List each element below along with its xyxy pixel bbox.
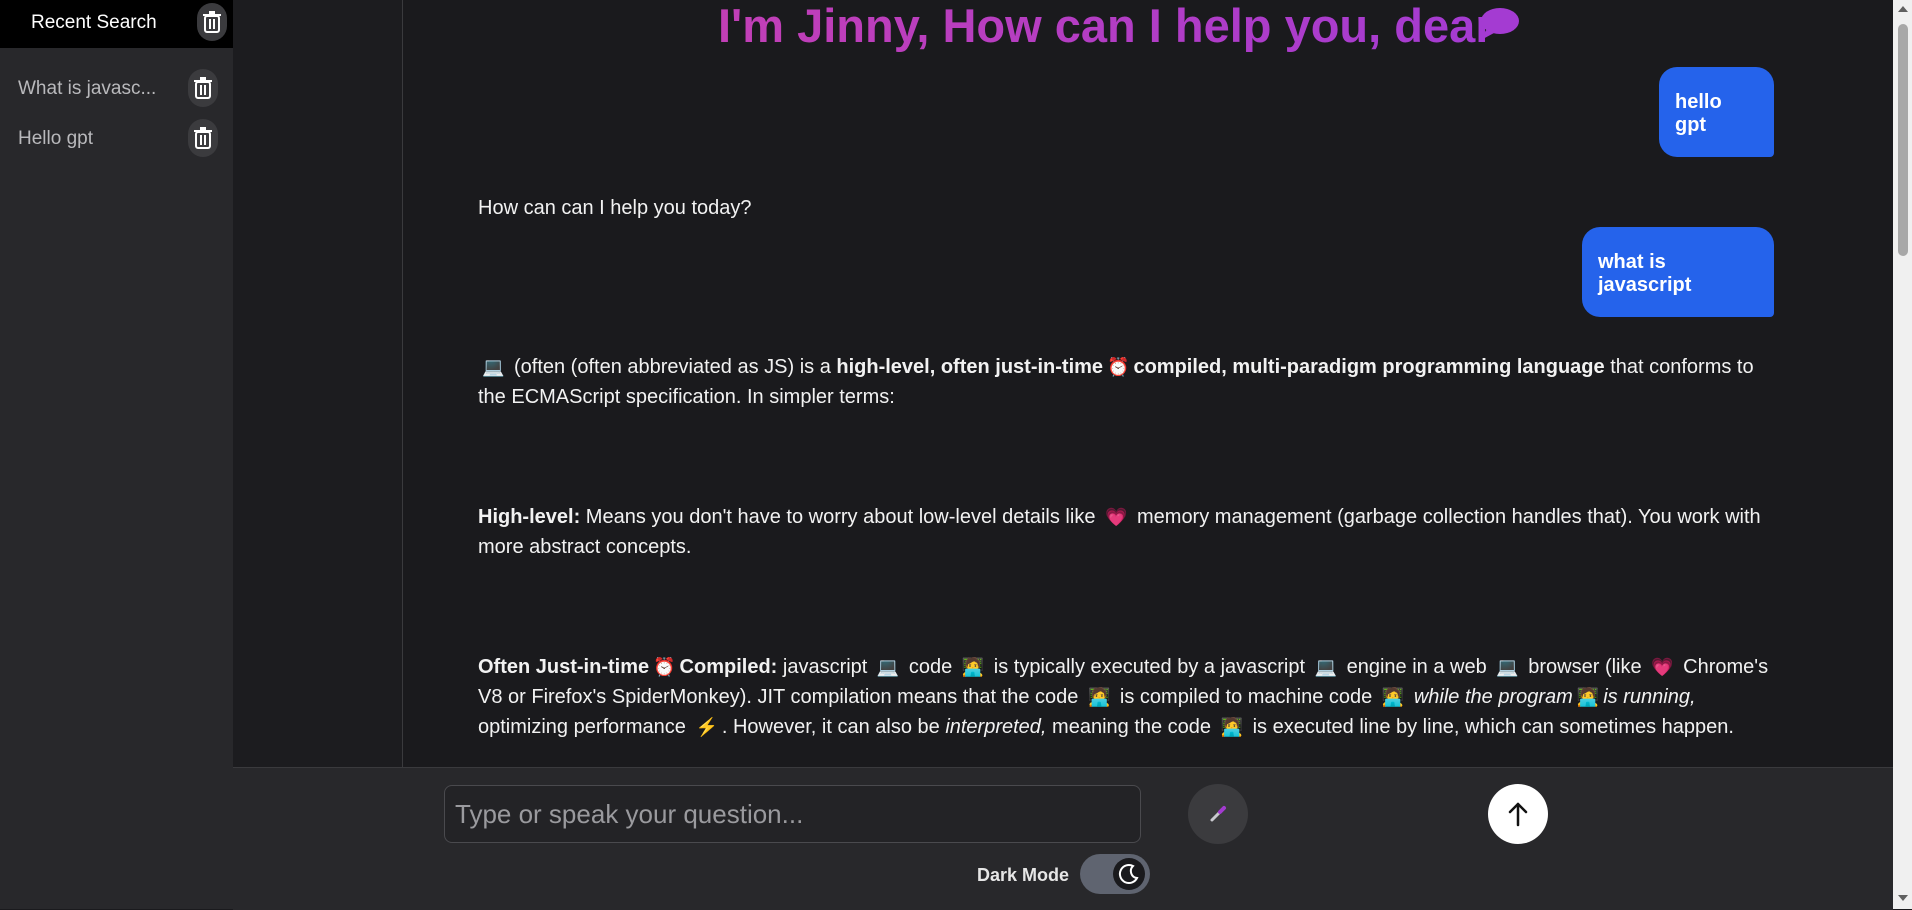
dark-mode-toggle[interactable] [1080,854,1150,894]
user-message-text: hello gpt [1675,91,1722,136]
scroll-up-arrow-icon[interactable] [1898,6,1908,12]
question-input[interactable] [444,785,1141,843]
answer-italic: while the program [1413,686,1573,708]
alarm-clock-emoji: ⏰ [1107,357,1130,377]
page-title: I'm Jinny, How can I help you, dear [718,0,1494,52]
clear-all-button[interactable] [197,3,227,41]
user-message: what is javascript [1582,227,1774,317]
answer-text: Means you don't have to worry about low-… [580,506,1102,528]
microphone-icon [1210,806,1226,822]
moon-icon [1118,864,1139,885]
answer-text: is compiled to machine code [1114,686,1378,708]
answer-text: code [903,656,958,678]
answer-bold: High-level: [478,506,581,528]
alarm-clock-emoji: ⏰ [653,657,676,677]
history-item-label[interactable]: What is javasc... [18,78,156,100]
history-item[interactable]: Hello gpt [0,116,233,160]
user-message-text: what is javascript [1598,251,1692,296]
answer-text: meaning the code [1046,716,1217,738]
lightning-emoji: ⚡ [695,717,718,737]
scrollbar[interactable] [1893,0,1912,909]
answer-text: browser (like [1522,656,1648,678]
laptop-emoji: 💻 [876,657,900,677]
answer-text: (often (often abbreviated as JS) is a [508,356,837,378]
answer-text: is typically executed by a javascript [988,656,1311,678]
history-item[interactable]: What is javasc... [0,66,233,110]
sidebar-header: Recent Search [0,0,233,48]
arrow-up-icon [1508,802,1528,827]
coder-emoji: 🧑‍💻 [1220,717,1244,737]
assistant-paragraph: 💻 (often (often abbreviated as JS) is a … [478,352,1778,412]
sidebar: Recent Search What is javasc... Hello gp [0,0,233,909]
answer-text: optimizing performance [478,716,692,738]
history-item-label[interactable]: Hello gpt [18,128,93,150]
trash-icon [203,11,221,33]
scrollbar-thumb[interactable] [1898,24,1908,256]
scroll-down-arrow-icon[interactable] [1898,895,1908,901]
answer-text: . However, it can also be [721,716,946,738]
answer-bold: Often Just-in-time [478,656,650,678]
trash-icon [194,127,212,149]
answer-text: engine in a web [1341,656,1493,678]
answer-bold: compiled, multi-paradigm programming lan… [1133,356,1605,378]
answer-text: is executed line by line, which can some… [1247,716,1734,738]
laptop-emoji: 💻 [1496,657,1519,677]
left-gutter [233,0,403,767]
heart-emoji: 💗 [1105,507,1128,527]
answer-italic: interpreted, [945,716,1047,738]
laptop-emoji: 💻 [1314,657,1338,677]
coder-emoji: 🧑‍💻 [1576,687,1600,707]
send-button[interactable] [1488,784,1548,844]
user-message: hello gpt [1659,67,1774,157]
laptop-emoji: 💻 [482,357,505,377]
answer-text: javascript [777,656,873,678]
answer-italic: is running, [1603,686,1696,708]
trash-icon [194,77,212,99]
voice-input-button[interactable] [1188,784,1248,844]
delete-history-button[interactable] [188,69,218,107]
coder-emoji: 🧑‍💻 [1087,687,1111,707]
assistant-paragraph: Often Just-in-time ⏰ Compiled: javascript … [478,652,1778,742]
heart-emoji: 💗 [1651,657,1674,677]
chat-area[interactable]: I'm Jinny, How can I help you, dear hell… [403,0,1893,767]
chat-bubble-icon [1481,8,1519,40]
toggle-knob[interactable] [1113,858,1145,890]
input-bar: Dark Mode [233,767,1893,910]
sidebar-title: Recent Search [31,12,157,33]
coder-emoji: 🧑‍💻 [961,657,985,677]
answer-bold: Compiled: [679,656,778,678]
delete-history-button[interactable] [188,119,218,157]
answer-bold: high-level, often just-in-time [836,356,1104,378]
assistant-paragraph: High-level: Means you don't have to worr… [478,502,1778,562]
coder-emoji: 🧑‍💻 [1381,687,1405,707]
dark-mode-label: Dark Mode [977,865,1070,885]
assistant-message: How can can I help you today? [478,197,752,219]
